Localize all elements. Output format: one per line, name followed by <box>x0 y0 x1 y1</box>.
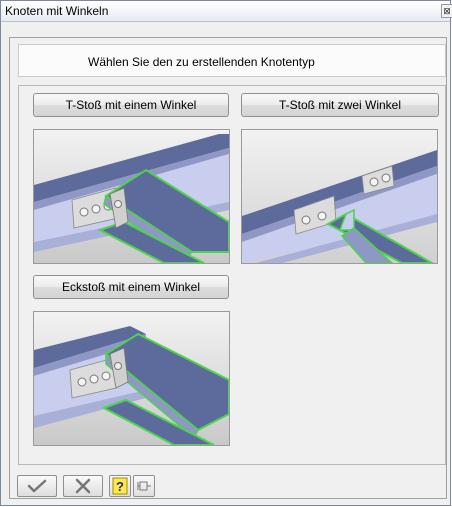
help-button[interactable]: ? <box>109 475 131 497</box>
t-joint-double-angle-preview[interactable] <box>241 129 438 264</box>
svg-text:?: ? <box>116 479 124 494</box>
checkmark-icon <box>27 479 47 493</box>
x-icon <box>75 478 91 494</box>
window-title: Knoten mit Winkeln <box>5 4 109 18</box>
corner-joint-single-angle-button[interactable]: Eckstoß mit einem Winkel <box>33 275 229 299</box>
t-joint-single-angle-preview[interactable] <box>33 129 230 264</box>
joint-options-panel: T-Stoß mit einem Winkel T-Stoß mit zwei … <box>18 85 446 465</box>
title-bar: Knoten mit Winkeln ⊠ <box>1 1 452 22</box>
prompt-panel: Wählen Sie den zu erstellenden Knotentyp <box>18 44 446 77</box>
cancel-button[interactable] <box>63 475 103 497</box>
t-joint-single-angle-button[interactable]: T-Stoß mit einem Winkel <box>33 93 229 117</box>
dialog-window: Knoten mit Winkeln ⊠ Wählen Sie den zu e… <box>0 0 452 506</box>
t-joint-double-angle-button[interactable]: T-Stoß mit zwei Winkel <box>241 93 439 117</box>
dialog-toolbar: ? <box>17 475 155 499</box>
ok-button[interactable] <box>17 475 57 497</box>
prompt-label: Wählen Sie den zu erstellenden Knotentyp <box>88 55 315 69</box>
pin-button[interactable] <box>133 475 155 497</box>
question-mark-icon: ? <box>112 477 128 495</box>
close-icon[interactable]: ⊠ <box>441 4 452 18</box>
corner-joint-single-angle-preview[interactable] <box>33 311 230 446</box>
pin-icon <box>137 481 151 491</box>
